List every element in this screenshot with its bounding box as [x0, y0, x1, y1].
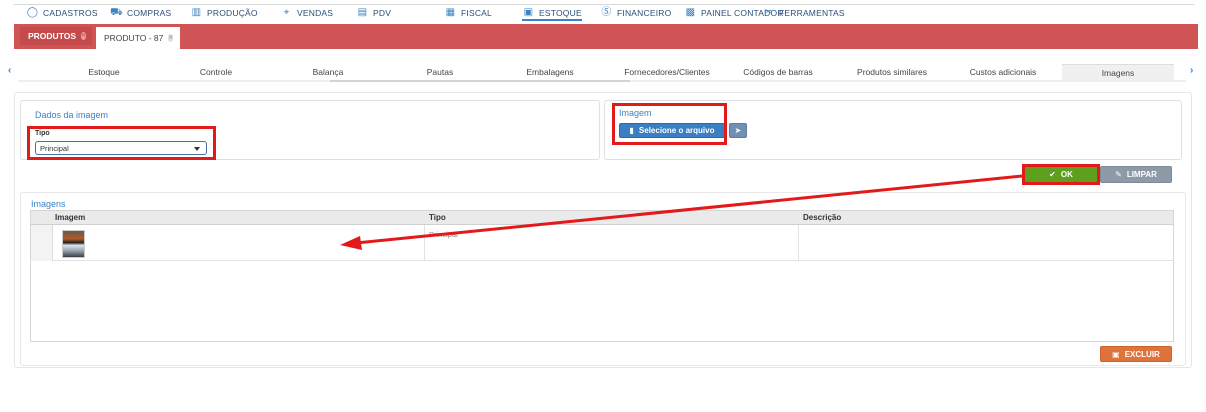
panel-title: Dados da imagem [35, 110, 109, 120]
chevron-down-icon [194, 147, 200, 151]
subtab-codigos-de-barras[interactable]: Códigos de barras [718, 64, 838, 80]
column-tipo[interactable]: Tipo [429, 213, 446, 222]
send-button[interactable]: ➤ [729, 123, 747, 138]
tab-produto-87[interactable]: PRODUTO - 87 ✕ [96, 27, 180, 49]
chevron-right-icon[interactable]: › [1190, 65, 1193, 76]
imagens-table: Imagem Tipo Descrição Principal [30, 210, 1174, 342]
subtab-custos-adicionais[interactable]: Custos adicionais [946, 64, 1060, 80]
subtab-estoque[interactable]: Estoque [44, 64, 164, 80]
document-icon: ▦ [445, 7, 456, 18]
trash-icon: ▣ [1112, 349, 1120, 359]
column-imagem[interactable]: Imagem [55, 213, 85, 222]
paper-plane-icon: ➤ [734, 126, 742, 135]
menu-ferramentas[interactable]: ✂ FERRAMENTAS [762, 7, 845, 18]
factory-icon: ▥ [191, 7, 202, 18]
table-header: Imagem Tipo Descrição [31, 211, 1173, 225]
menu-estoque[interactable]: ▣ ESTOQUE [522, 7, 582, 21]
scrollbar-thumb[interactable] [330, 80, 630, 82]
subtab-imagens[interactable]: Imagens [1062, 64, 1174, 80]
tag-icon: ⌖ [283, 7, 290, 18]
store-icon: ▤ [357, 7, 368, 18]
menu-compras[interactable]: ⛟ COMPRAS [110, 7, 171, 18]
menu-fiscal[interactable]: ▦ FISCAL [444, 7, 492, 18]
tipo-select[interactable]: Principal [35, 141, 207, 155]
subtab-controle[interactable]: Controle [156, 64, 276, 80]
close-icon[interactable]: ✕ [81, 32, 87, 40]
panel-title: Imagem [619, 108, 652, 118]
file-icon: ▮ [629, 126, 634, 135]
select-file-button[interactable]: ▮ Selecione o arquivo [619, 123, 725, 138]
chevron-left-icon[interactable]: ‹ [8, 65, 11, 76]
subtab-fornecedores-clientes[interactable]: Fornecedores/Clientes [604, 64, 730, 80]
top-menu: ◯ CADASTROS ⛟ COMPRAS ▥ PRODUÇÃO ⌖ VENDAS ▤ P… [14, 4, 1194, 21]
subtab-balanca[interactable]: Balança [268, 64, 388, 80]
check-icon: ✔ [1049, 170, 1056, 179]
subtab-scrollbar[interactable] [18, 80, 1186, 82]
imagem-panel: Imagem ▮ Selecione o arquivo ➤ [604, 100, 1182, 160]
column-divider [798, 225, 799, 261]
menu-vendas[interactable]: ⌖ VENDAS [280, 7, 333, 18]
subtab-embalagens[interactable]: Embalagens [490, 64, 610, 80]
subtab-pautas[interactable]: Pautas [380, 64, 500, 80]
tipo-label: Tipo [35, 130, 50, 137]
document-tab-bar: PRODUTOS ✕ PRODUTO - 87 ✕ [14, 24, 1198, 49]
menu-producao[interactable]: ▥ PRODUÇÃO [190, 7, 258, 18]
cell-tipo: Principal [429, 230, 458, 239]
dados-imagem-panel: Dados da imagem Tipo Principal [20, 100, 600, 160]
close-icon[interactable]: ✕ [168, 34, 174, 42]
tools-icon: ✂ [764, 7, 773, 18]
ok-button[interactable]: ✔ OK [1024, 166, 1098, 183]
subtab-produtos-similares[interactable]: Produtos similares [832, 64, 952, 80]
row-selector[interactable] [31, 225, 53, 261]
limpar-button[interactable]: ✎ LIMPAR [1100, 166, 1172, 183]
circle-icon: ◯ [26, 7, 39, 18]
product-subtabs: ‹ Estoque Controle Balança Pautas Embala… [4, 62, 1202, 82]
dollar-icon: Ⓢ [601, 7, 612, 18]
imagens-title: Imagens [31, 199, 66, 209]
box-icon: ▣ [523, 7, 534, 18]
product-image-thumbnail[interactable] [62, 230, 85, 258]
column-divider [424, 225, 425, 261]
excluir-button[interactable]: ▣ EXCLUIR [1100, 346, 1172, 362]
tab-produtos[interactable]: PRODUTOS ✕ [20, 27, 92, 45]
column-descricao[interactable]: Descrição [803, 213, 841, 222]
table-row[interactable]: Principal [31, 225, 1173, 261]
menu-pdv[interactable]: ▤ PDV [356, 7, 391, 18]
calculator-icon: ▩ [685, 7, 696, 18]
cart-icon: ⛟ [110, 7, 123, 18]
menu-cadastros[interactable]: ◯ CADASTROS [26, 7, 98, 18]
eraser-icon: ✎ [1115, 170, 1122, 179]
menu-financeiro[interactable]: Ⓢ FINANCEIRO [600, 7, 671, 18]
